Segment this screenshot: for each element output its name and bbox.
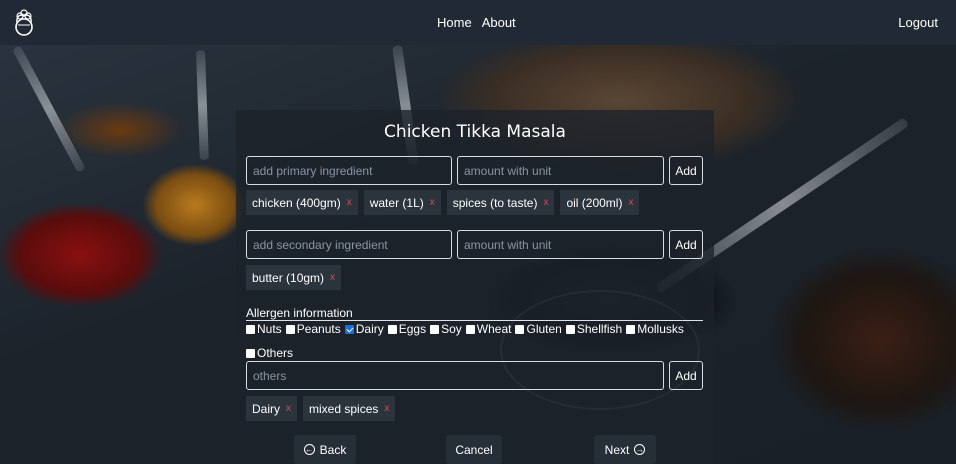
remove-chip-icon[interactable]: x <box>543 197 548 208</box>
checkbox-icon[interactable] <box>626 324 636 334</box>
ingredient-chip: butter (10gm) x <box>246 265 342 290</box>
checkbox-label: Gluten <box>526 322 562 336</box>
primary-amount-input[interactable] <box>457 156 664 185</box>
recipe-title: Chicken Tikka Masala <box>384 122 566 142</box>
checkbox-label: Peanuts <box>296 322 341 336</box>
remove-chip-icon[interactable]: x <box>286 403 291 414</box>
chip-label: Dairy <box>252 401 281 416</box>
arrow-left-circle-icon: ← <box>303 444 315 455</box>
checkbox-icon[interactable] <box>285 324 295 334</box>
allergen-checkbox-others[interactable]: Others <box>246 346 293 360</box>
chef-hat-logo-icon[interactable] <box>12 9 36 36</box>
chip-label: spices (to taste) <box>452 195 538 210</box>
checkbox-icon[interactable] <box>387 324 397 334</box>
allergen-checkbox-eggs[interactable]: Eggs <box>387 322 427 336</box>
primary-ingredient-input[interactable] <box>246 156 452 185</box>
logout-link[interactable]: Logout <box>898 0 938 45</box>
chip-label: chicken (400gm) <box>252 195 341 210</box>
remove-chip-icon[interactable]: x <box>330 272 335 283</box>
chip-label: oil (200ml) <box>566 195 623 210</box>
back-label: Back <box>319 442 347 457</box>
checkbox-label: Dairy <box>355 322 384 336</box>
ingredient-chip: oil (200ml) x <box>560 190 640 215</box>
allergen-checkbox-mollusks[interactable]: Mollusks <box>626 322 684 336</box>
allergen-chip: mixed spices x <box>303 396 396 421</box>
allergen-checkbox-group: Nuts Peanuts Dairy Eggs Soy Wheat Gluten… <box>246 322 684 336</box>
ingredient-chip: chicken (400gm) x <box>246 190 358 215</box>
checkbox-icon[interactable] <box>430 324 440 334</box>
checkbox-icon[interactable] <box>246 348 255 358</box>
nav-links: Home About <box>437 0 516 45</box>
checkbox-checked-icon[interactable] <box>344 324 354 334</box>
allergen-checkbox-soy[interactable]: Soy <box>430 322 462 336</box>
checkbox-label: Mollusks <box>637 322 684 336</box>
allergen-checkbox-wheat[interactable]: Wheat <box>465 322 512 336</box>
checkbox-label: Soy <box>441 322 462 336</box>
add-allergen-button[interactable]: Add <box>669 361 703 390</box>
others-allergen-input[interactable] <box>246 361 664 390</box>
next-button[interactable]: Next → <box>594 435 656 464</box>
allergen-divider <box>246 320 703 321</box>
nav-home-link[interactable]: Home <box>437 15 472 30</box>
allergen-checkbox-nuts[interactable]: Nuts <box>246 322 282 336</box>
remove-chip-icon[interactable]: x <box>384 403 389 414</box>
primary-ingredient-list: chicken (400gm) x water (1L) x spices (to … <box>246 190 640 215</box>
allergen-chip: Dairy x <box>246 396 298 421</box>
checkbox-label: Wheat <box>476 322 512 336</box>
checkbox-icon[interactable] <box>515 324 525 334</box>
checkbox-label: Eggs <box>398 322 427 336</box>
remove-chip-icon[interactable]: x <box>347 197 352 208</box>
allergen-checkbox-peanuts[interactable]: Peanuts <box>285 322 341 336</box>
remove-chip-icon[interactable]: x <box>430 197 435 208</box>
next-label: Next <box>604 442 630 457</box>
checkbox-icon[interactable] <box>465 324 475 334</box>
chip-label: water (1L) <box>369 195 424 210</box>
chip-label: mixed spices <box>309 401 379 416</box>
add-primary-button[interactable]: Add <box>669 156 703 185</box>
ingredient-chip: spices (to taste) x <box>446 190 555 215</box>
checkbox-icon[interactable] <box>565 324 575 334</box>
checkbox-icon[interactable] <box>246 324 255 334</box>
cancel-label: Cancel <box>455 442 493 457</box>
cancel-button[interactable]: Cancel <box>446 435 502 464</box>
secondary-amount-input[interactable] <box>457 230 664 259</box>
checkbox-label: Shellfish <box>576 322 623 336</box>
nav-about-link[interactable]: About <box>482 15 516 30</box>
chip-label: butter (10gm) <box>252 270 325 285</box>
secondary-ingredient-input[interactable] <box>246 230 452 259</box>
add-secondary-button[interactable]: Add <box>669 230 703 259</box>
arrow-right-circle-icon: → <box>634 444 646 455</box>
checkbox-label: Nuts <box>257 322 282 336</box>
allergen-list: Dairy x mixed spices x <box>246 396 396 421</box>
allergen-checkbox-gluten[interactable]: Gluten <box>515 322 562 336</box>
allergen-heading: Allergen information <box>246 306 353 320</box>
remove-chip-icon[interactable]: x <box>628 197 633 208</box>
navbar: Home About Logout <box>0 0 956 45</box>
allergen-checkbox-shellfish[interactable]: Shellfish <box>565 322 623 336</box>
recipe-form-panel: Chicken Tikka Masala Add chicken (400gm)… <box>236 110 714 464</box>
checkbox-label: Others <box>257 346 294 360</box>
secondary-ingredient-list: butter (10gm) x <box>246 265 342 290</box>
back-button[interactable]: ← Back <box>294 435 356 464</box>
allergen-checkbox-dairy[interactable]: Dairy <box>344 322 384 336</box>
ingredient-chip: water (1L) x <box>363 190 441 215</box>
